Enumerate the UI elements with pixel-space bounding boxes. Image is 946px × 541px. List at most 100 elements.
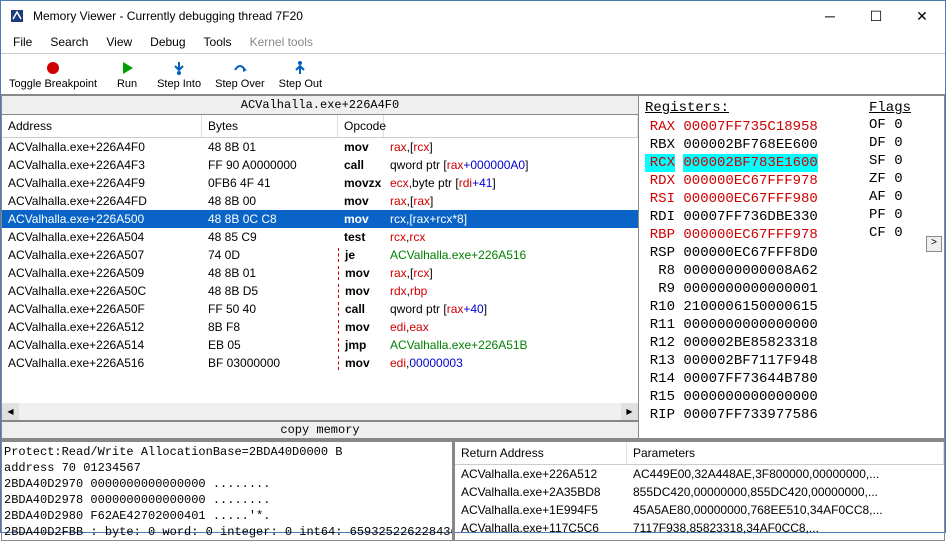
flag-row[interactable]: OF 0 (869, 116, 911, 134)
disasm-row[interactable]: ACValhalla.exe+226A4FD48 8B 00movrax,[ra… (2, 192, 638, 210)
close-button[interactable]: ✕ (899, 1, 945, 31)
disasm-row[interactable]: ACValhalla.exe+226A50448 85 C9testrcx,rc… (2, 228, 638, 246)
disasm-row[interactable]: ACValhalla.exe+226A50048 8B 0C C8movrcx,… (2, 210, 638, 228)
column-operands[interactable] (384, 115, 638, 137)
register-row[interactable]: RSP 000000EC67FFF8D0 (645, 244, 944, 262)
minimize-button[interactable]: ─ (807, 1, 853, 31)
flag-value: 0 (894, 171, 902, 187)
register-row[interactable]: R14 00007FF73644B780 (645, 370, 944, 388)
disasm-row[interactable]: ACValhalla.exe+226A514EB 05jmpACValhalla… (2, 336, 638, 354)
disasm-opcode: mov (338, 284, 384, 298)
hex-line[interactable]: 2BDA40D2978 0000000000000000 ........ (4, 492, 450, 508)
maximize-button[interactable]: ☐ (853, 1, 899, 31)
hex-dump-panel[interactable]: Protect:Read/Write AllocationBase=2BDA40… (1, 441, 453, 541)
flag-row[interactable]: PF 0 (869, 206, 911, 224)
disasm-row[interactable]: ACValhalla.exe+226A4F048 8B 01movrax,[rc… (2, 138, 638, 156)
disasm-row[interactable]: ACValhalla.exe+226A50C48 8B D5movrdx,rbp (2, 282, 638, 300)
register-row[interactable]: R15 0000000000000000 (645, 388, 944, 406)
flag-value: 0 (894, 135, 902, 151)
callstack-params: 855DC420,00000000,855DC420,00000000,... (627, 485, 944, 499)
register-value: 00007FF735C18958 (683, 118, 817, 136)
disasm-row[interactable]: ACValhalla.exe+226A50774 0DjeACValhalla.… (2, 246, 638, 264)
callstack-row[interactable]: ACValhalla.exe+2A35BD8855DC420,00000000,… (455, 483, 944, 501)
disasm-address: ACValhalla.exe+226A50C (2, 284, 202, 298)
flag-value: 0 (894, 189, 902, 205)
menu-tools[interactable]: Tools (196, 33, 240, 51)
horizontal-scrollbar[interactable]: ◀ ▶ (2, 403, 638, 420)
callstack-row[interactable]: ACValhalla.exe+117C5C67117F938,85823318,… (455, 519, 944, 537)
register-row[interactable]: R9 0000000000000001 (645, 280, 944, 298)
hex-line[interactable]: 2BDA40D2970 0000000000000000 ........ (4, 476, 450, 492)
callstack-row[interactable]: ACValhalla.exe+1E994F545A5AE80,00000000,… (455, 501, 944, 519)
register-row[interactable]: R10 2100006150000615 (645, 298, 944, 316)
flag-name: SF (869, 153, 886, 169)
column-bytes[interactable]: Bytes (202, 115, 338, 137)
column-parameters[interactable]: Parameters (627, 442, 944, 464)
scroll-left-button[interactable]: ◀ (2, 403, 19, 420)
disasm-row[interactable]: ACValhalla.exe+226A50FFF 50 40callqword … (2, 300, 638, 318)
menu-search[interactable]: Search (42, 33, 96, 51)
toggle-breakpoint-button[interactable]: Toggle Breakpoint (5, 56, 101, 92)
disasm-operands: ACValhalla.exe+226A51B (384, 338, 638, 352)
disasm-row[interactable]: ACValhalla.exe+226A4F90FB6 4F 41movzxecx… (2, 174, 638, 192)
register-name: RBP (645, 226, 675, 244)
column-address[interactable]: Address (2, 115, 202, 137)
callstack-list[interactable]: ACValhalla.exe+226A512AC449E00,32A448AE,… (455, 465, 944, 540)
register-row[interactable]: RIP 00007FF733977586 (645, 406, 944, 424)
column-return-address[interactable]: Return Address (455, 442, 627, 464)
step-over-button[interactable]: Step Over (211, 56, 269, 92)
disasm-row[interactable]: ACValhalla.exe+226A516BF 03000000movedi,… (2, 354, 638, 372)
expand-panel-button[interactable]: > (926, 236, 942, 252)
step-into-button[interactable]: Step Into (153, 56, 205, 92)
hex-header-1: Protect:Read/Write AllocationBase=2BDA40… (4, 444, 450, 460)
disassembly-list[interactable]: ACValhalla.exe+226A4F048 8B 01movrax,[rc… (2, 138, 638, 403)
register-name: RIP (645, 406, 675, 424)
hex-line[interactable]: 2BDA40D2FBB : byte: 0 word: 0 integer: 0… (4, 524, 450, 540)
disasm-opcode: mov (338, 194, 384, 208)
menu-view[interactable]: View (98, 33, 140, 51)
flag-row[interactable]: AF 0 (869, 188, 911, 206)
disasm-opcode: movzx (338, 176, 384, 190)
disasm-address: ACValhalla.exe+226A512 (2, 320, 202, 334)
disasm-bytes: EB 05 (202, 338, 338, 352)
register-name: R12 (645, 334, 675, 352)
step-out-icon (292, 58, 308, 78)
register-name: R14 (645, 370, 675, 388)
callstack-params: AC449E00,32A448AE,3F800000,00000000,... (627, 467, 944, 481)
disasm-row[interactable]: ACValhalla.exe+226A5128B F8movedi,eax (2, 318, 638, 336)
flag-row[interactable]: CF 0 (869, 224, 911, 242)
menu-file[interactable]: File (5, 33, 40, 51)
register-row[interactable]: R12 000002BE85823318 (645, 334, 944, 352)
register-row[interactable]: R11 0000000000000000 (645, 316, 944, 334)
disasm-row[interactable]: ACValhalla.exe+226A4F3FF 90 A0000000call… (2, 156, 638, 174)
step-out-button[interactable]: Step Out (275, 56, 326, 92)
register-value: 00007FF73644B780 (683, 370, 817, 388)
app-icon (9, 8, 25, 24)
register-row[interactable]: R13 000002BF7117F948 (645, 352, 944, 370)
callstack-row[interactable]: ACValhalla.exe+226A512AC449E00,32A448AE,… (455, 465, 944, 483)
step-over-icon (232, 58, 248, 78)
register-name: R11 (645, 316, 675, 334)
disasm-operands: ACValhalla.exe+226A516 (384, 248, 638, 262)
scroll-right-button[interactable]: ▶ (621, 403, 638, 420)
flag-name: CF (869, 225, 886, 241)
disasm-operands: rax,[rcx] (384, 266, 638, 280)
current-address-bar[interactable]: ACValhalla.exe+226A4F0 (2, 96, 638, 115)
disasm-operands: rax,[rcx] (384, 140, 638, 154)
register-value: 000002BE85823318 (683, 334, 817, 352)
disasm-operands: qword ptr [rax+000000A0] (384, 158, 638, 172)
hex-line[interactable]: 2BDA40D2980 F62AE42702000401 .....'*. (4, 508, 450, 524)
disasm-address: ACValhalla.exe+226A4F9 (2, 176, 202, 190)
run-button[interactable]: Run (107, 56, 147, 92)
disasm-bytes: 8B F8 (202, 320, 338, 334)
menu-kernel-tools[interactable]: Kernel tools (242, 33, 321, 51)
flag-row[interactable]: SF 0 (869, 152, 911, 170)
register-row[interactable]: R8 0000000000008A62 (645, 262, 944, 280)
disasm-row[interactable]: ACValhalla.exe+226A50948 8B 01movrax,[rc… (2, 264, 638, 282)
register-name: RDI (645, 208, 675, 226)
column-opcode[interactable]: Opcode (338, 115, 384, 137)
flag-row[interactable]: ZF 0 (869, 170, 911, 188)
flag-name: OF (869, 117, 886, 133)
flag-row[interactable]: DF 0 (869, 134, 911, 152)
menu-debug[interactable]: Debug (142, 33, 193, 51)
